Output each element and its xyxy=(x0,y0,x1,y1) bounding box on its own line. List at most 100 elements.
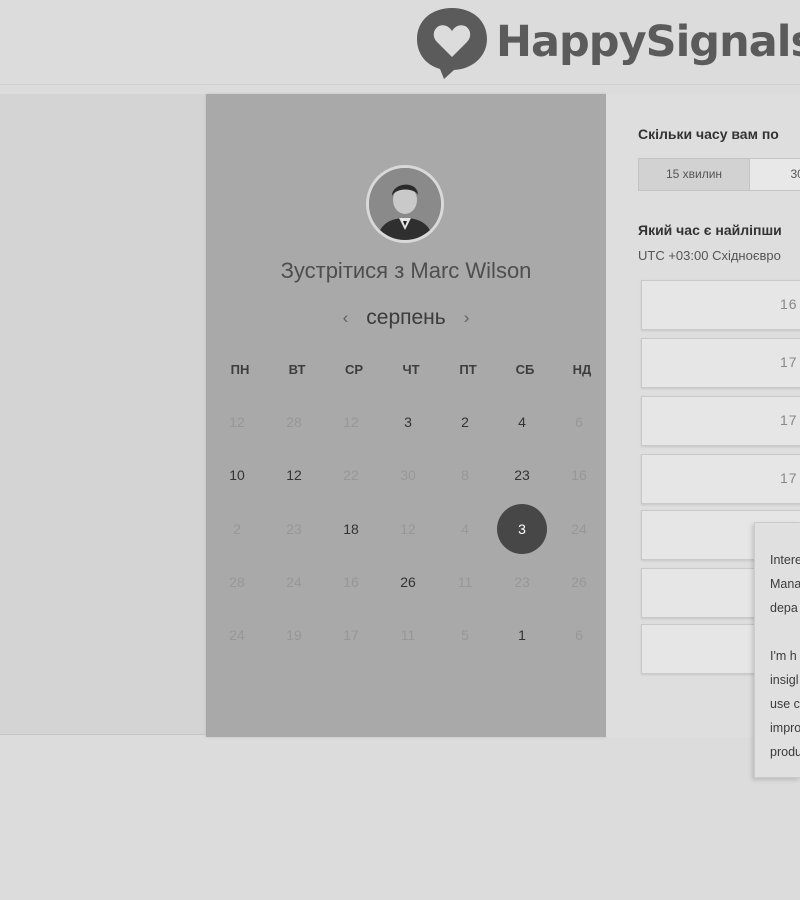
avatar xyxy=(366,165,444,243)
brand-name: HappySignals xyxy=(496,17,800,67)
timezone-label[interactable]: UTC +03:00 Східноєвро xyxy=(638,248,781,263)
meet-title: Зустрітися з Marc Wilson xyxy=(280,258,532,283)
time-slot-button[interactable]: 17 xyxy=(641,338,800,388)
time-slot-button[interactable]: 17 xyxy=(641,454,800,504)
calendar-day: 23 xyxy=(494,556,550,609)
calendar-day-number: 24 xyxy=(286,573,302,590)
calendar-day-number: 4 xyxy=(461,520,469,537)
calendar-day-number: 16 xyxy=(571,467,587,484)
popup-text-line: insigl xyxy=(770,673,799,687)
calendar-day[interactable]: 12 xyxy=(266,449,322,502)
duration-question: Скільки часу вам по xyxy=(638,126,779,142)
calendar-day: 11 xyxy=(380,609,436,662)
time-slot-button[interactable]: 16 xyxy=(641,280,800,330)
calendar-day[interactable]: 23 xyxy=(494,449,550,502)
calendar-day-number: 23 xyxy=(514,573,530,590)
calendar-day-number: 12 xyxy=(400,520,416,537)
weekday-label: ВТ xyxy=(288,362,306,377)
popup-text-line: Mana xyxy=(770,577,800,591)
calendar-day-number: 16 xyxy=(343,573,359,590)
person-photo-icon xyxy=(369,168,441,240)
weekday-label: ПН xyxy=(230,362,250,377)
calendar-day[interactable]: 26 xyxy=(380,556,436,609)
calendar-day-selected[interactable]: 3 xyxy=(494,503,550,556)
calendar-day-number: 6 xyxy=(575,414,583,430)
calendar-day: 12 xyxy=(323,396,379,449)
calendar-day: 6 xyxy=(551,609,607,662)
month-label: серпень xyxy=(366,306,446,329)
duration-selector: 15 хвилин 30 хв xyxy=(638,158,800,191)
calendar-day-number: 17 xyxy=(343,627,359,644)
calendar-day-number: 5 xyxy=(461,627,469,644)
popup-text-line: Intere xyxy=(770,553,800,567)
weekday-header: ПН ВТ СР ЧТ ПТ СБ НД xyxy=(206,362,606,380)
duration-option-15[interactable]: 15 хвилин xyxy=(639,159,750,190)
calendar-day: 5 xyxy=(437,609,493,662)
calendar-day-number: 24 xyxy=(571,520,587,537)
calendar-day[interactable]: 10 xyxy=(209,449,265,502)
calendar-day-number: 10 xyxy=(229,467,245,484)
calendar-day[interactable]: 18 xyxy=(323,503,379,556)
calendar-day-number: 23 xyxy=(286,520,302,537)
popup-text-line: produ xyxy=(770,745,800,759)
weekday-label: СР xyxy=(344,362,364,377)
weekday-label: СБ xyxy=(515,362,535,377)
calendar-day: 24 xyxy=(209,609,265,662)
calendar-day-number: 4 xyxy=(518,414,526,430)
next-month-chevron-icon[interactable]: › xyxy=(462,308,472,328)
calendar-day[interactable]: 3 xyxy=(380,396,436,449)
calendar-day: 8 xyxy=(437,449,493,502)
calendar-day: 19 xyxy=(266,609,322,662)
calendar-day-number: 28 xyxy=(286,414,302,430)
time-slot-label: 17 xyxy=(780,412,798,428)
weekday-label: ПТ xyxy=(459,362,477,377)
calendar-day: 2 xyxy=(209,503,265,556)
calendar-day-number: 24 xyxy=(229,627,245,644)
calendar-day[interactable]: 1 xyxy=(494,609,550,662)
heart-speech-bubble-icon xyxy=(417,8,487,79)
prev-month-chevron-icon[interactable]: ‹ xyxy=(341,308,351,328)
calendar-day[interactable]: 2 xyxy=(437,396,493,449)
weekday-label: НД xyxy=(572,362,592,377)
time-question: Який час є найліпши xyxy=(638,222,782,238)
time-slot-label: 16 xyxy=(780,296,798,312)
duration-option-30[interactable]: 30 хв xyxy=(750,159,800,190)
calendar-day-number: 11 xyxy=(400,627,416,644)
calendar-day-number: 2 xyxy=(461,414,469,430)
calendar-day: 30 xyxy=(380,449,436,502)
month-navigation: ‹ серпень › xyxy=(206,304,606,332)
info-popup: Intere Mana depa I'm h insigl use c impro produ xyxy=(754,522,800,778)
calendar-day-number: 23 xyxy=(514,467,530,484)
calendar-day-number: 8 xyxy=(461,467,469,484)
calendar-day: 16 xyxy=(323,556,379,609)
popup-text-line: I'm h xyxy=(770,649,797,663)
calendar-day: 28 xyxy=(209,556,265,609)
popup-text-line: use c xyxy=(770,697,800,711)
calendar-day: 23 xyxy=(266,503,322,556)
calendar-day-number: 2 xyxy=(233,520,241,537)
calendar-day-number: 22 xyxy=(343,467,359,484)
calendar-day[interactable]: 4 xyxy=(494,396,550,449)
calendar-day: 17 xyxy=(323,609,379,662)
calendar-day: 26 xyxy=(551,556,607,609)
calendar-day-number: 1 xyxy=(518,627,526,644)
calendar-day-number: 12 xyxy=(343,414,359,430)
calendar-day: 6 xyxy=(551,396,607,449)
calendar-day: 24 xyxy=(266,556,322,609)
time-slot-button[interactable]: 17 xyxy=(641,396,800,446)
calendar-day-number: 3 xyxy=(518,520,526,537)
calendar-day: 24 xyxy=(551,503,607,556)
popup-text-line: depa xyxy=(770,601,798,615)
calendar-day-number: 19 xyxy=(286,627,302,644)
calendar-day-number: 18 xyxy=(343,520,359,537)
calendar-day: 4 xyxy=(437,503,493,556)
left-panel xyxy=(0,94,206,735)
calendar-day: 12 xyxy=(209,396,265,449)
calendar-panel: Зустрітися з Marc Wilson ‹ серпень › ПН В… xyxy=(206,94,606,737)
calendar-day: 22 xyxy=(323,449,379,502)
calendar-day-number: 30 xyxy=(400,467,416,484)
calendar-day: 12 xyxy=(380,503,436,556)
happysignals-logo[interactable]: HappySignals xyxy=(414,4,800,80)
calendar-day-number: 12 xyxy=(286,467,302,484)
calendar-day-number: 26 xyxy=(400,573,416,590)
